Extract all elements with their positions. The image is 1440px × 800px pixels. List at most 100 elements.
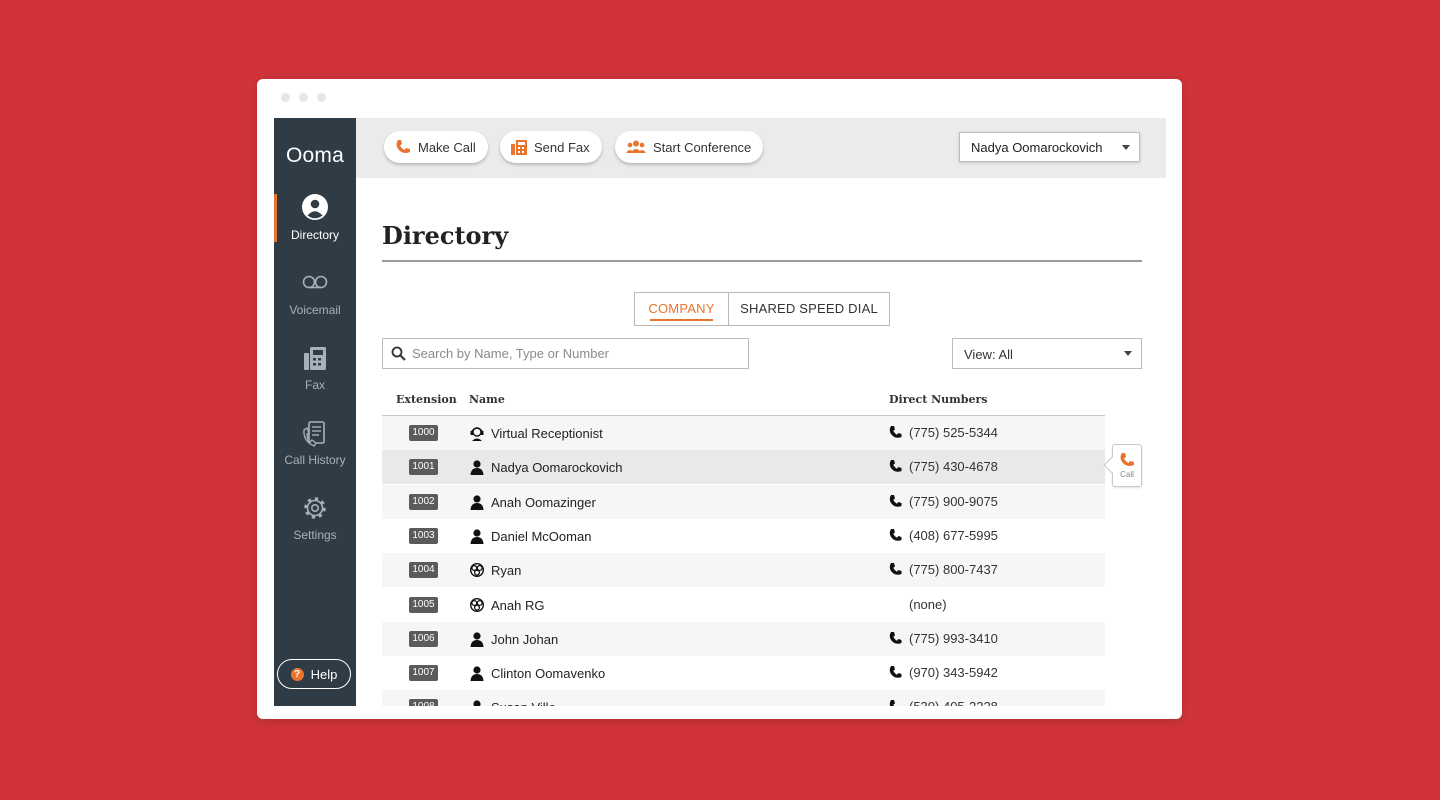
person-icon bbox=[473, 700, 481, 706]
extension-badge: 1006 bbox=[409, 630, 438, 647]
phone-icon bbox=[889, 494, 902, 507]
contact-name: Anah RG bbox=[491, 597, 545, 613]
person-icon bbox=[470, 460, 484, 476]
sidebar-item-label: Settings bbox=[293, 528, 337, 542]
start-conference-button[interactable]: Start Conference bbox=[615, 131, 764, 163]
phone-icon bbox=[889, 460, 902, 473]
sidebar-item-call-history[interactable]: Call History bbox=[274, 419, 356, 481]
voicemail-icon bbox=[302, 275, 328, 289]
contact-name: John Johan bbox=[491, 631, 559, 647]
sidebar-item-fax[interactable]: Fax bbox=[274, 344, 356, 406]
phone-icon bbox=[889, 426, 902, 438]
person-circle-icon bbox=[302, 194, 328, 220]
direct-number: (530) 405-2228 bbox=[909, 699, 998, 706]
column-header-extension: Extension bbox=[396, 393, 457, 406]
ooma-logo: Ooma bbox=[286, 144, 344, 167]
contact-name: Clinton Oomavenko bbox=[491, 666, 606, 682]
sidebar-item-label: Call History bbox=[284, 453, 346, 467]
column-header-name: Name bbox=[469, 393, 505, 406]
table-row[interactable]: 1001 Nadya Oomarockovich (775) 430-4678 bbox=[382, 450, 1105, 485]
make-call-label: Make Call bbox=[418, 139, 476, 155]
person-icon bbox=[470, 666, 484, 682]
extension-badge: 1004 bbox=[409, 562, 438, 579]
search-icon bbox=[391, 346, 406, 361]
contact-name: Virtual Receptionist bbox=[491, 426, 603, 441]
help-button[interactable]: ? Help bbox=[277, 659, 351, 689]
sidebar-item-voicemail[interactable]: Voicemail bbox=[274, 269, 356, 331]
direct-number: (775) 430-4678 bbox=[909, 459, 998, 475]
tab-company[interactable]: COMPANY bbox=[634, 292, 729, 326]
direct-number: (775) 800-7437 bbox=[909, 562, 998, 578]
tab-shared-speed-dial[interactable]: SHARED SPEED DIAL bbox=[728, 292, 890, 326]
extension-badge: 1007 bbox=[409, 665, 438, 682]
call-popup-button[interactable]: Call bbox=[1112, 444, 1142, 487]
send-fax-label: Send Fax bbox=[534, 139, 590, 155]
extension-badge: 1005 bbox=[409, 596, 438, 613]
contact-name: Ryan bbox=[491, 563, 522, 579]
extension-badge: 1000 bbox=[409, 425, 438, 441]
contact-name: Anah Oomazinger bbox=[491, 494, 596, 510]
chevron-down-icon bbox=[1124, 351, 1132, 356]
table-row[interactable]: 1000 Virtual Receptionist (775) 525-5344 bbox=[382, 416, 1105, 450]
contact-name: Susan Ville bbox=[491, 700, 556, 706]
column-header-direct-numbers: Direct Numbers bbox=[889, 393, 988, 406]
phone-icon bbox=[1120, 453, 1134, 466]
direct-number: (775) 525-5344 bbox=[909, 425, 998, 440]
table-row[interactable]: 1006 John Johan (775) 993-3410 bbox=[382, 621, 1105, 656]
window-dot bbox=[281, 93, 290, 102]
help-label: Help bbox=[310, 666, 338, 682]
sidebar-item-settings[interactable]: Settings bbox=[274, 494, 356, 556]
table-row[interactable]: 1007 Clinton Oomavenko (970) 343-5942 bbox=[382, 656, 1105, 690]
direct-number: (none) bbox=[909, 596, 947, 612]
ring-group-icon bbox=[469, 597, 485, 612]
conference-icon bbox=[626, 140, 646, 153]
phone-icon bbox=[889, 631, 902, 644]
title-divider bbox=[382, 260, 1142, 262]
person-icon bbox=[470, 632, 484, 647]
receptionist-icon bbox=[470, 427, 484, 441]
person-icon bbox=[470, 529, 484, 544]
phone-icon bbox=[889, 666, 902, 678]
view-filter-value: View: All bbox=[964, 347, 1013, 362]
extension-badge: 1003 bbox=[409, 527, 438, 544]
phone-icon bbox=[889, 700, 895, 706]
extension-badge: 1008 bbox=[409, 699, 438, 706]
send-fax-button[interactable]: Send Fax bbox=[500, 131, 602, 163]
search-input[interactable] bbox=[412, 346, 732, 361]
extension-badge: 1001 bbox=[409, 459, 438, 476]
direct-number: (775) 993-3410 bbox=[909, 630, 998, 646]
sidebar-item-label: Voicemail bbox=[289, 303, 341, 317]
direct-number: (970) 343-5942 bbox=[909, 665, 998, 681]
contact-name: Nadya Oomarockovich bbox=[491, 460, 623, 476]
user-dropdown[interactable]: Nadya Oomarockovich bbox=[959, 132, 1140, 162]
extension-badge: 1002 bbox=[409, 493, 438, 510]
contact-name: Daniel McOoman bbox=[491, 528, 592, 544]
sidebar-item-label: Fax bbox=[304, 378, 325, 392]
table-row[interactable]: 1002 Anah Oomazinger (775) 900-9075 bbox=[382, 484, 1105, 519]
fax-icon bbox=[511, 140, 527, 155]
table-row[interactable]: 1008 Susan Ville (530) 405-2228 bbox=[382, 690, 1105, 706]
page-title: Directory bbox=[382, 221, 509, 250]
call-history-icon bbox=[303, 421, 325, 447]
gear-icon bbox=[304, 497, 326, 519]
sidebar-item-label: Directory bbox=[290, 228, 339, 242]
table-row[interactable]: 1005 Anah RG (none) bbox=[382, 588, 1105, 622]
phone-icon bbox=[889, 528, 902, 541]
view-filter-dropdown[interactable]: View: All bbox=[952, 338, 1142, 369]
window-dot bbox=[317, 93, 326, 102]
person-icon bbox=[470, 494, 484, 510]
direct-number: (408) 677-5995 bbox=[909, 527, 998, 543]
sidebar-item-directory[interactable]: Directory bbox=[274, 194, 356, 256]
direct-number: (775) 900-9075 bbox=[909, 493, 998, 509]
make-call-button[interactable]: Make Call bbox=[384, 131, 488, 163]
table-row[interactable]: 1003 Daniel McOoman (408) 677-5995 bbox=[382, 519, 1105, 553]
call-popup-label: Call bbox=[1120, 470, 1134, 479]
help-icon: ? bbox=[290, 667, 304, 681]
fax-icon bbox=[304, 347, 326, 370]
toolbar: Make Call Send Fax Start Conference Nady… bbox=[356, 118, 1166, 178]
ooma-app: Ooma Directory Voicemail Fax Call Histor… bbox=[274, 118, 1166, 706]
table-row[interactable]: 1004 Ryan (775) 800-7437 bbox=[382, 553, 1105, 588]
sidebar: Ooma Directory Voicemail Fax Call Histor… bbox=[274, 118, 356, 706]
user-name: Nadya Oomarockovich bbox=[971, 140, 1103, 155]
app-window: Ooma Directory Voicemail Fax Call Histor… bbox=[257, 79, 1182, 719]
